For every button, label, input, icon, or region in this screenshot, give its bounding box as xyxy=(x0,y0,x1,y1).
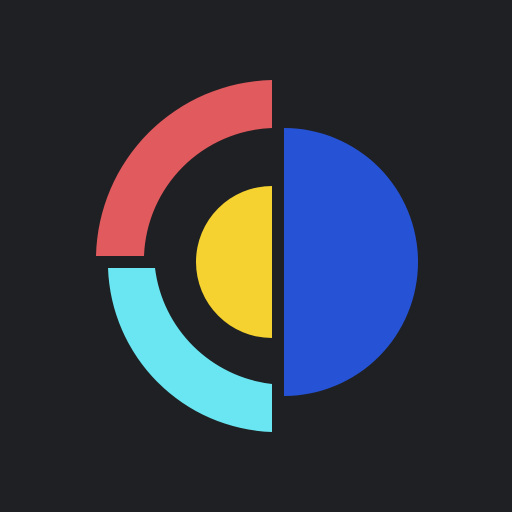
app-canvas xyxy=(0,0,512,512)
logo-mark xyxy=(0,0,512,512)
